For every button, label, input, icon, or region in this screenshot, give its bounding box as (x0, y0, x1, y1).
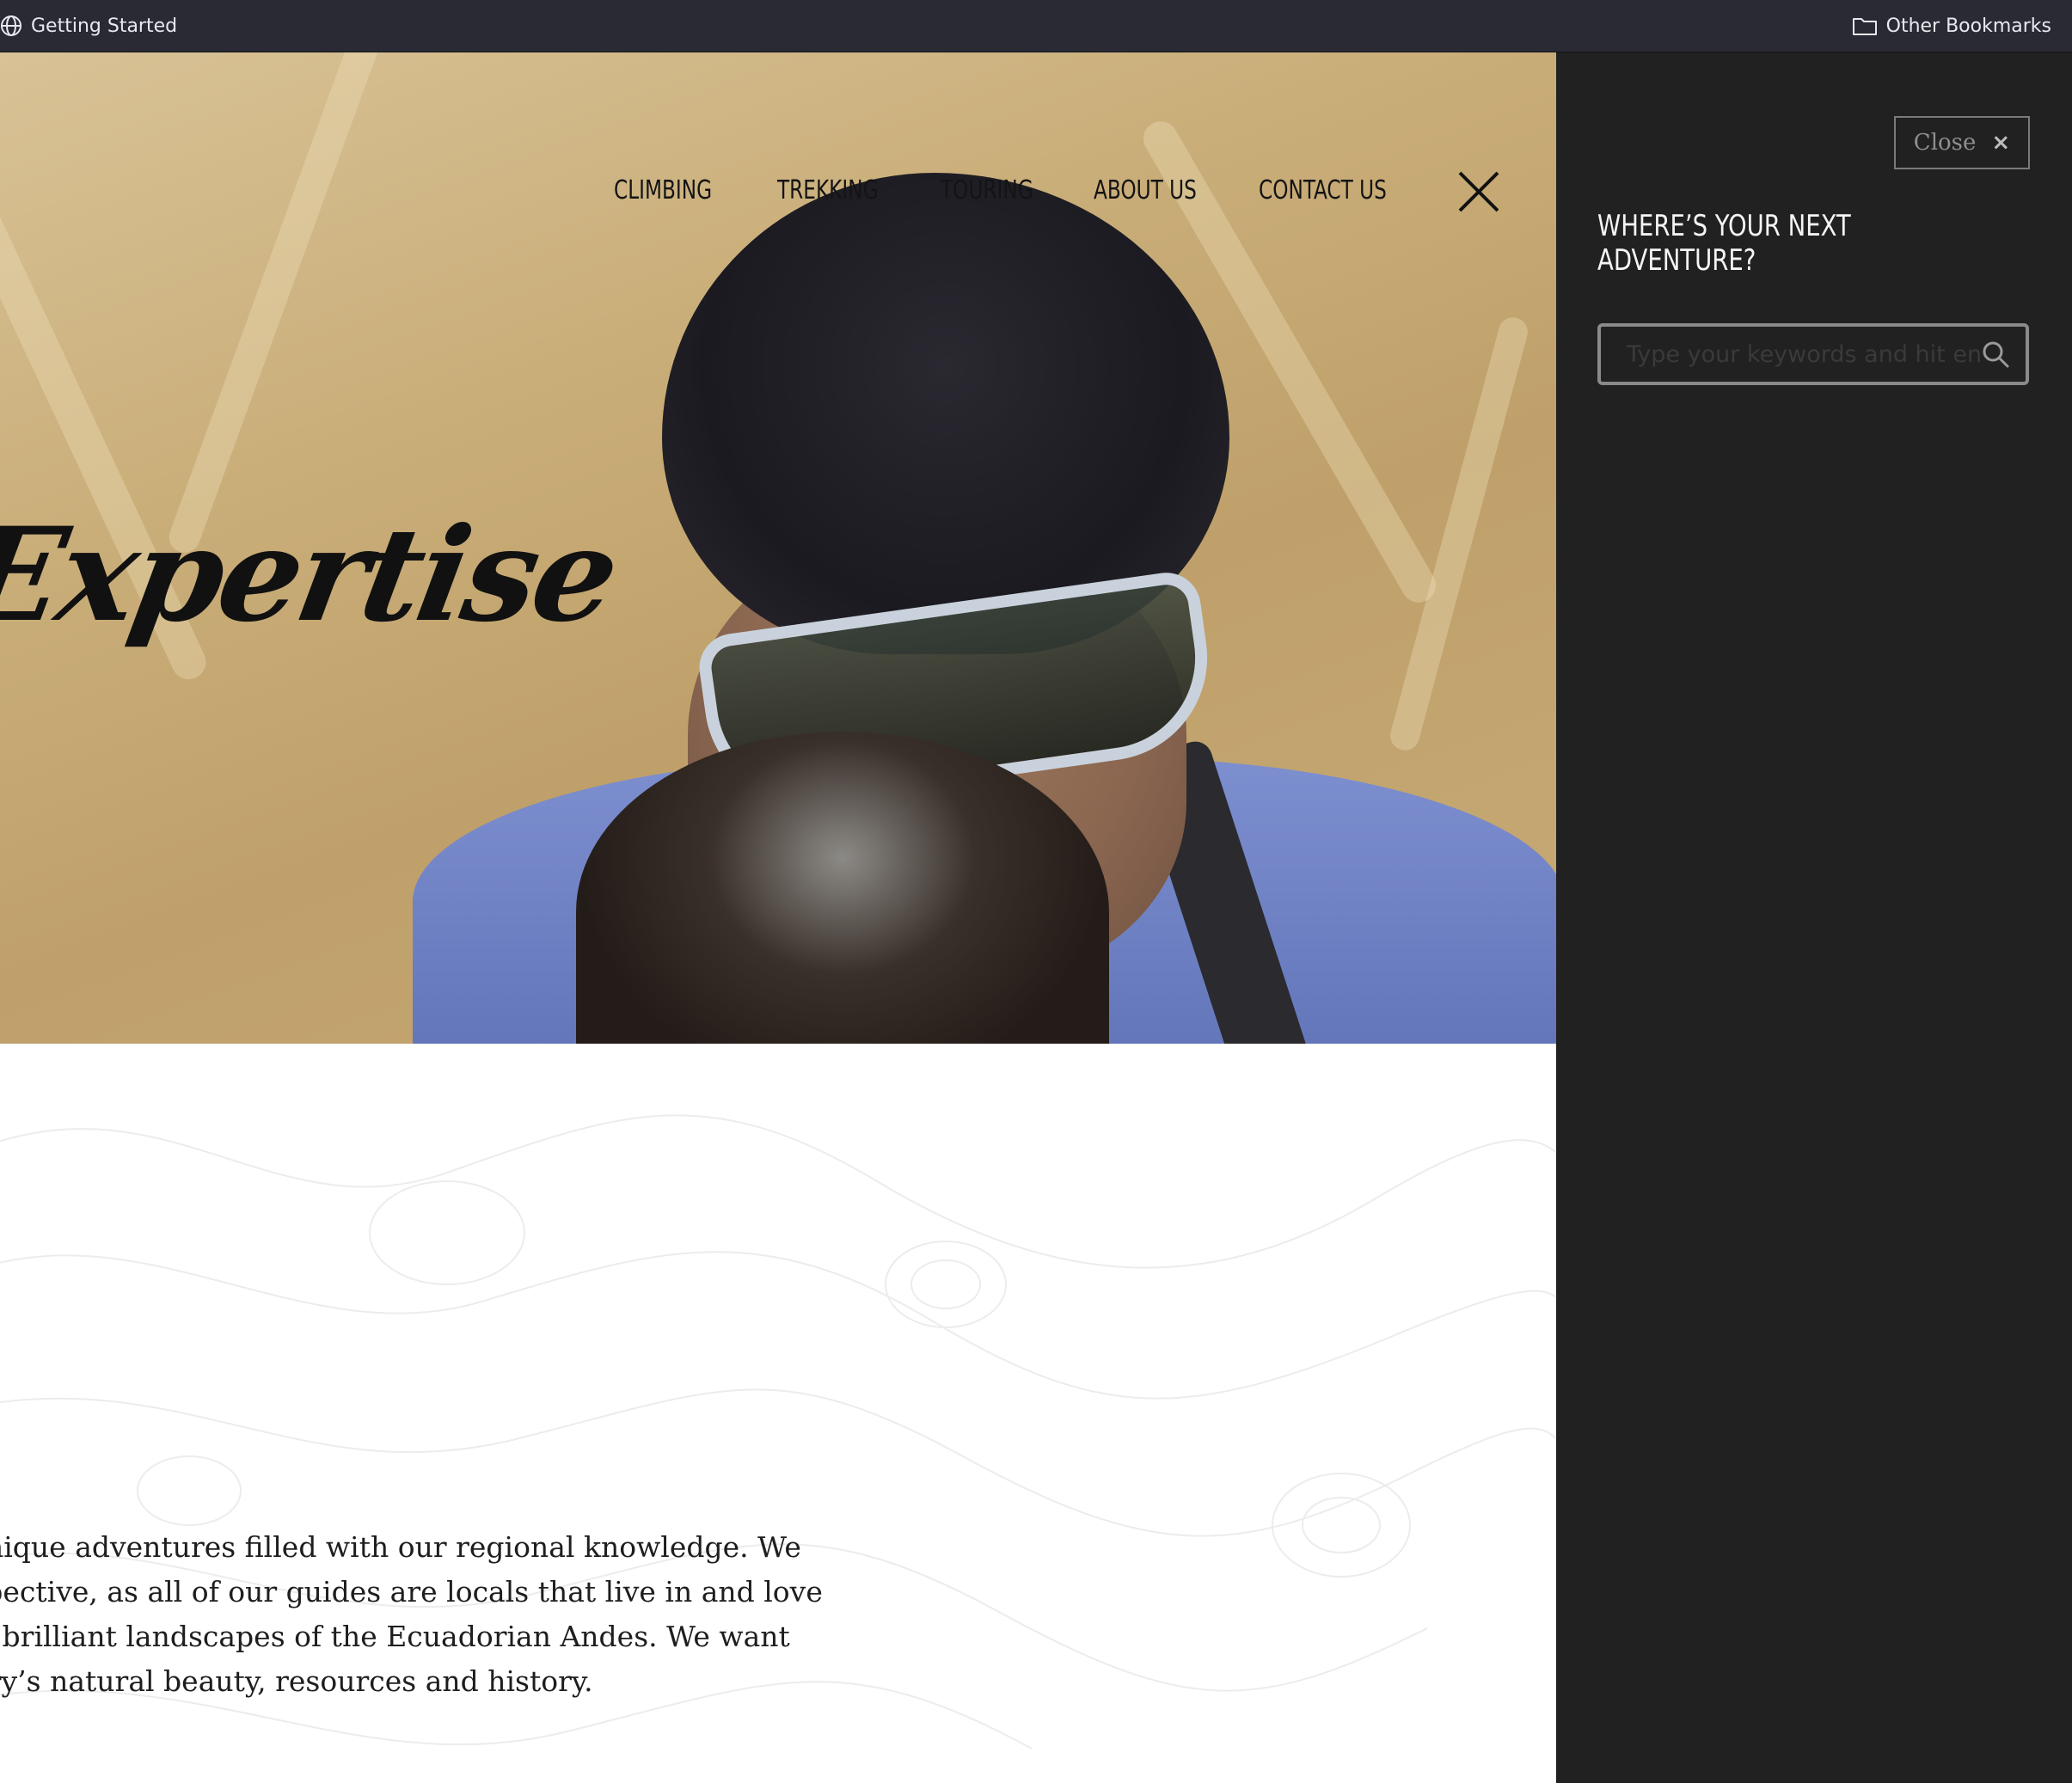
search-panel: Close × WHERE’S YOUR NEXT ADVENTURE? (1556, 52, 2072, 1783)
search-field (1597, 323, 2029, 385)
bookmark-label: Other Bookmarks (1885, 15, 2051, 37)
search-icon[interactable] (1981, 340, 2010, 369)
hero-image: Expertise CLIMBING TREKKING TOURING ABOU… (0, 52, 1556, 1044)
intro-paragraph: u unique adventures filled with our regi… (0, 1525, 823, 1704)
nav-contact-us[interactable]: CONTACT US (1259, 175, 1387, 205)
nav-climbing[interactable]: CLIMBING (614, 175, 712, 205)
close-button-label: Close (1913, 130, 1977, 156)
hero-headline: Expertise (0, 499, 627, 651)
intro-line: u unique adventures filled with our regi… (0, 1530, 801, 1564)
nav-touring[interactable]: TOURING (941, 175, 1033, 205)
nav-about-us[interactable]: ABOUT US (1094, 175, 1197, 205)
bookmark-label: Getting Started (31, 15, 178, 37)
bookmarks-bar: Getting Started Other Bookmarks (0, 0, 2072, 52)
bookmark-getting-started[interactable]: Getting Started (0, 0, 177, 52)
intro-line: and brilliant landscapes of the Ecuadori… (0, 1620, 790, 1653)
folder-icon (1852, 15, 1878, 37)
search-input[interactable] (1601, 327, 1981, 382)
hero-bg-stalk (164, 52, 383, 557)
intro-line: erspective, as all of our guides are loc… (0, 1575, 823, 1608)
intro-section: u unique adventures filled with our regi… (0, 1044, 1556, 1783)
close-icon[interactable] (1456, 169, 1501, 214)
nav-trekking[interactable]: TREKKING (777, 175, 879, 205)
panel-close-button[interactable]: Close × (1894, 116, 2030, 169)
globe-icon (0, 15, 22, 37)
bookmark-other-bookmarks[interactable]: Other Bookmarks (1852, 0, 2072, 52)
intro-line: untry’s natural beauty, resources and hi… (0, 1664, 593, 1698)
close-x-icon: × (1991, 130, 2011, 156)
search-heading: WHERE’S YOUR NEXT ADVENTURE? (1597, 209, 1851, 278)
